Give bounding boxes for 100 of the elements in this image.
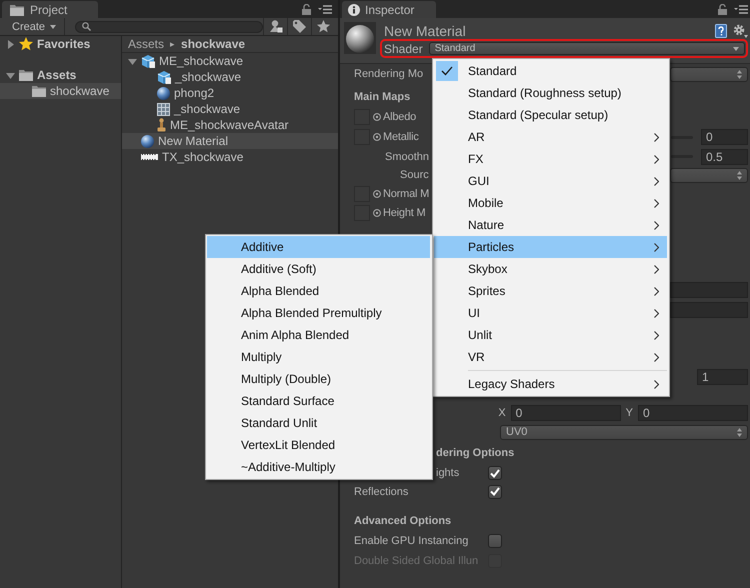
property-label: Reflections	[354, 486, 410, 498]
property-label: Sourc	[400, 169, 429, 181]
menu-item[interactable]: GUI	[434, 170, 667, 192]
target-icon	[373, 209, 381, 217]
project-tab[interactable]: Project	[2, 1, 98, 18]
material-preview	[344, 22, 376, 54]
cube-icon	[157, 70, 171, 84]
checkbox[interactable]	[488, 466, 502, 480]
menu-item[interactable]: Sprites	[434, 280, 667, 302]
menu-item[interactable]: Multiply	[207, 346, 430, 368]
chevron-icon	[654, 242, 659, 252]
menu-item[interactable]: Standard (Roughness setup)	[434, 82, 667, 104]
chevron-icon	[654, 380, 659, 388]
property-label: Metallic	[383, 131, 419, 143]
menu-item[interactable]: Mobile	[434, 192, 667, 214]
lock-icon	[718, 4, 727, 14]
number-field[interactable]: 0	[701, 129, 748, 145]
shader-label: Shader	[384, 42, 423, 56]
dropdown[interactable]	[670, 66, 748, 82]
grid-icon	[157, 102, 170, 116]
asset-item[interactable]: _shockwave	[122, 69, 338, 85]
asset-item[interactable]: _shockwave	[122, 101, 338, 117]
property-label: ights	[436, 467, 460, 479]
asset-item[interactable]: New Material	[122, 133, 338, 149]
menu-item[interactable]: Unlit	[434, 324, 667, 346]
number-field[interactable]: 0	[638, 405, 748, 421]
property-label: Enable GPU Instancing	[354, 535, 470, 547]
number-field[interactable]: 1	[697, 369, 748, 385]
chevron-icon	[654, 176, 659, 186]
menu-item[interactable]: Anim Alpha Blended	[207, 324, 430, 346]
number-field[interactable]: 0	[510, 405, 621, 421]
help-book-icon	[715, 24, 727, 38]
film-strip-icon	[141, 154, 158, 160]
tree-item[interactable]: Assets	[0, 67, 121, 83]
menu-icon	[318, 4, 332, 14]
breadcrumb-link[interactable]: Assets	[128, 37, 164, 51]
inspector-tab[interactable]: Inspector	[342, 1, 436, 18]
caret-icon	[50, 24, 56, 28]
chevron-icon	[654, 330, 659, 340]
section-heading: Advanced Options	[354, 515, 452, 527]
create-button[interactable]: Create	[0, 18, 66, 35]
tree-item[interactable]: Favorites	[0, 36, 121, 52]
axis-label: Y	[626, 407, 633, 419]
dropdown[interactable]: UV0	[500, 424, 748, 440]
breadcrumb-separator: ▸	[170, 39, 176, 49]
menu-item[interactable]: Legacy Shaders	[434, 373, 667, 395]
caret-icon	[733, 46, 739, 50]
menu-item[interactable]: Additive (Soft)	[207, 258, 430, 280]
asset-item[interactable]: ME_shockwave	[122, 53, 338, 69]
menu-item[interactable]: VR	[434, 346, 667, 368]
chevron-icon	[654, 198, 659, 208]
property-label: Albedo	[383, 111, 416, 123]
number-field[interactable]	[670, 282, 748, 298]
folder-icon	[32, 85, 46, 97]
property-label: Normal M	[383, 188, 430, 200]
dropdown[interactable]	[670, 168, 748, 182]
menu-item[interactable]: VertexLit Blended	[207, 434, 430, 456]
number-field[interactable]	[670, 302, 748, 318]
menu-item[interactable]: AR	[434, 126, 667, 148]
shader-dropdown[interactable]: Standard	[428, 42, 745, 55]
menu-item[interactable]: Standard (Specular setup)	[434, 104, 667, 126]
chevron-icon	[654, 264, 659, 274]
menu-item[interactable]: Standard Surface	[207, 390, 430, 412]
menu-item[interactable]: UI	[434, 302, 667, 324]
star-icon	[317, 20, 330, 33]
chevron-icon	[654, 308, 659, 318]
target-icon	[373, 113, 381, 121]
asset-item[interactable]: ME_shockwaveAvatar	[122, 117, 338, 133]
menu-item[interactable]: Alpha Blended Premultiply	[207, 302, 430, 324]
menu-item[interactable]: Standard	[434, 60, 667, 82]
asset-item[interactable]: phong2	[122, 85, 338, 101]
checkbox[interactable]	[488, 484, 502, 498]
chevron-icon	[654, 154, 659, 164]
asset-item[interactable]: TX_shockwave	[122, 149, 338, 165]
menu-item[interactable]: Multiply (Double)	[207, 368, 430, 390]
shapes-icon	[268, 20, 283, 33]
search-field[interactable]	[75, 20, 264, 32]
star-icon	[19, 37, 33, 51]
info-icon	[348, 4, 360, 16]
menu-item[interactable]: Alpha Blended	[207, 280, 430, 302]
checkbox[interactable]	[488, 534, 502, 548]
property-label: Rendering Mo	[354, 68, 424, 80]
tree-item[interactable]: shockwave	[0, 83, 121, 99]
property-label: Height M	[383, 207, 426, 219]
figure-icon	[157, 118, 166, 132]
menu-item[interactable]: Skybox	[434, 258, 667, 280]
menu-item[interactable]: ~Additive-Multiply	[207, 456, 430, 478]
section-heading: Main Maps	[354, 90, 410, 102]
menu-item[interactable]: FX	[434, 148, 667, 170]
menu-icon	[734, 4, 748, 14]
menu-item[interactable]: Particles	[434, 236, 667, 258]
menu-item[interactable]: Nature	[434, 214, 667, 236]
menu-item[interactable]: Additive	[207, 236, 430, 258]
material-title: New Material	[384, 22, 467, 38]
number-field[interactable]: 0.5	[701, 148, 748, 164]
lock-icon	[302, 4, 311, 14]
updown-arrow-icon	[737, 170, 742, 180]
cube-icon	[141, 54, 155, 68]
sphere-icon	[157, 86, 170, 100]
menu-item[interactable]: Standard Unlit	[207, 412, 430, 434]
